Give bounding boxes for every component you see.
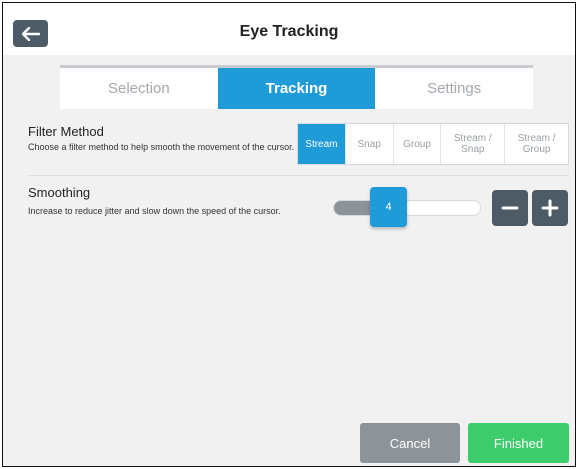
minus-icon bbox=[501, 206, 519, 210]
tab-settings[interactable]: Settings bbox=[375, 68, 533, 109]
filter-option-snap[interactable]: Snap bbox=[346, 124, 394, 164]
header: Eye Tracking bbox=[3, 3, 575, 55]
increase-button[interactable] bbox=[532, 190, 568, 226]
slider-handle[interactable]: 4 bbox=[370, 187, 407, 227]
cancel-button[interactable]: Cancel bbox=[360, 423, 460, 463]
divider bbox=[28, 175, 569, 176]
smoothing-label: Smoothing bbox=[28, 185, 91, 200]
smoothing-slider[interactable] bbox=[333, 200, 481, 216]
tab-selection[interactable]: Selection bbox=[60, 68, 218, 109]
filter-method-selector: Stream Snap Group Stream / Snap Stream /… bbox=[297, 123, 569, 165]
eye-tracking-dialog: Eye Tracking Selection Tracking Settings… bbox=[2, 2, 576, 467]
filter-method-label: Filter Method bbox=[28, 124, 104, 139]
filter-method-description: Choose a filter method to help smooth th… bbox=[28, 142, 295, 152]
decrease-button[interactable] bbox=[492, 190, 528, 226]
filter-option-stream-group[interactable]: Stream / Group bbox=[505, 124, 568, 164]
filter-option-stream[interactable]: Stream bbox=[298, 124, 346, 164]
filter-option-stream-snap[interactable]: Stream / Snap bbox=[441, 124, 506, 164]
smoothing-description: Increase to reduce jitter and slow down … bbox=[28, 206, 281, 216]
page-title: Eye Tracking bbox=[239, 23, 339, 40]
tab-bar: Selection Tracking Settings bbox=[60, 65, 533, 109]
plus-icon bbox=[541, 199, 559, 217]
tab-tracking[interactable]: Tracking bbox=[217, 68, 376, 109]
finished-button[interactable]: Finished bbox=[468, 423, 569, 463]
filter-option-group[interactable]: Group bbox=[394, 124, 442, 164]
